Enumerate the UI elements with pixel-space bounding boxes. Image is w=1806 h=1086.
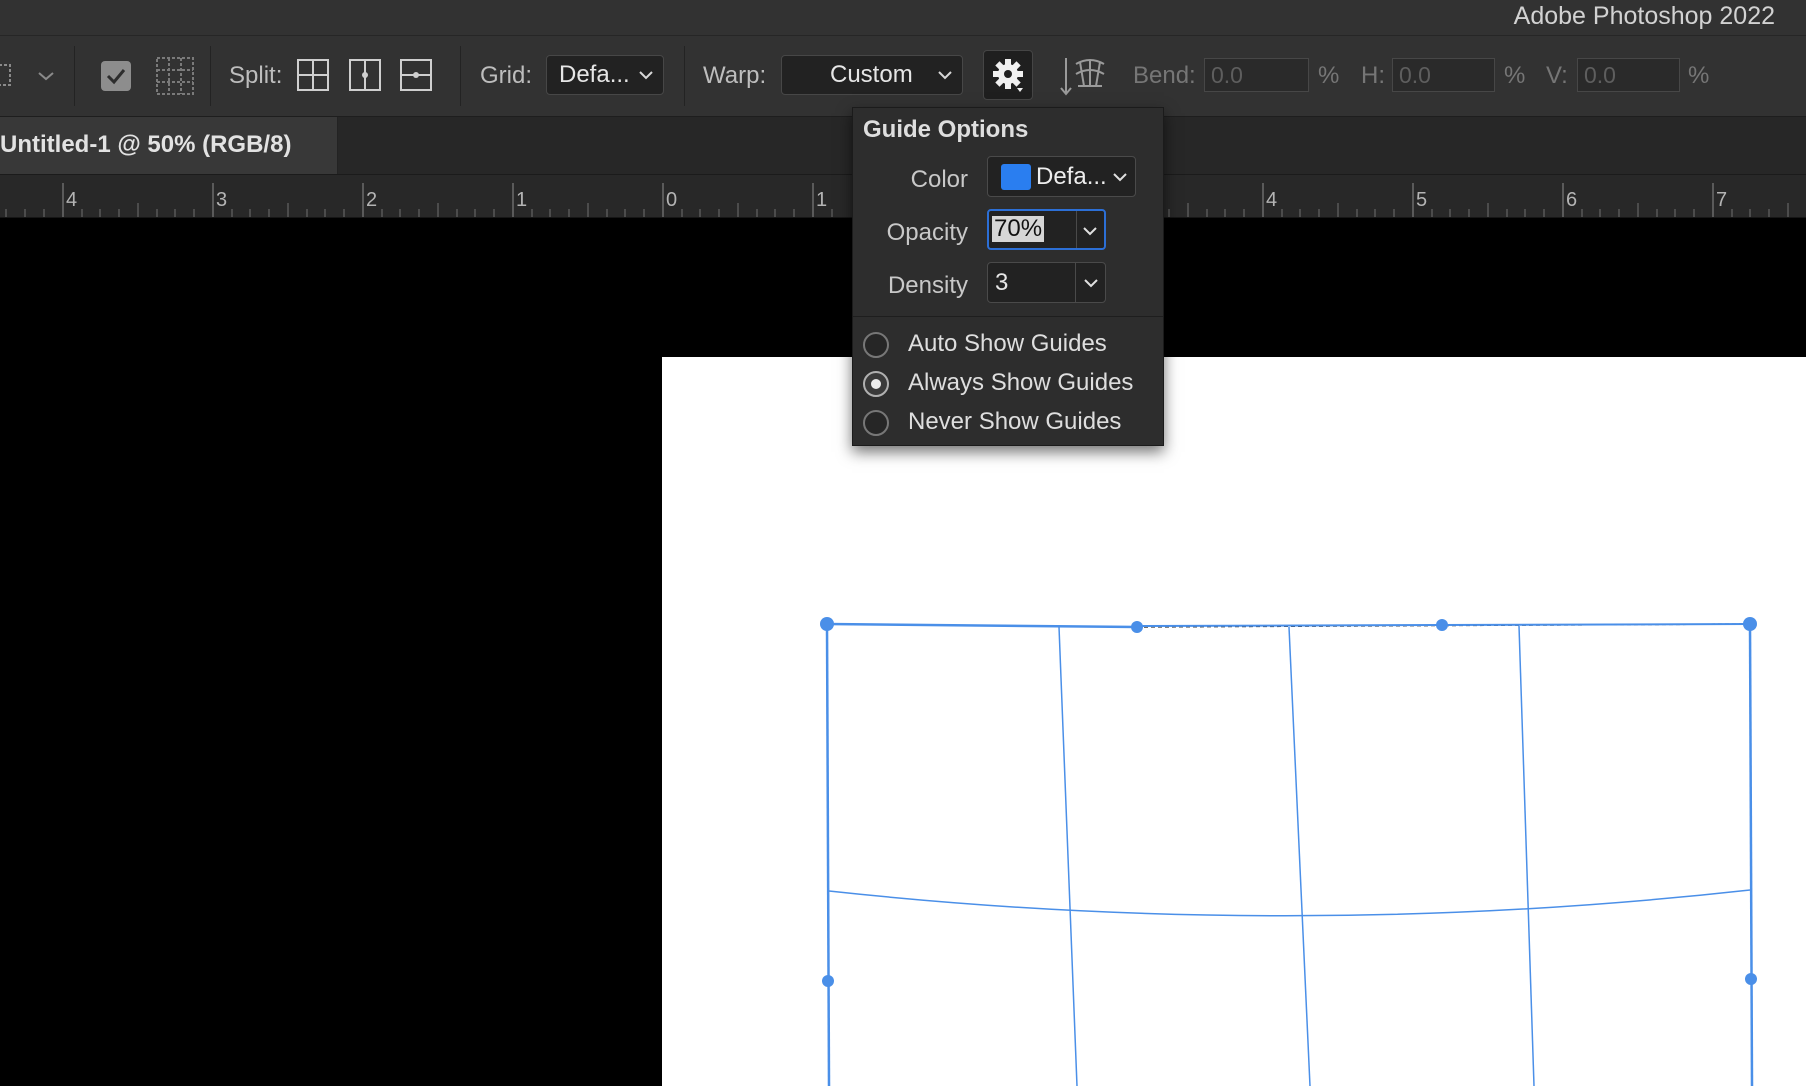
warp-handle bbox=[1743, 617, 1757, 631]
warp-grid-line bbox=[1518, 625, 1535, 1086]
warp-handle bbox=[822, 975, 834, 987]
always-show-guides-radio[interactable] bbox=[863, 371, 889, 397]
warp-handle bbox=[1131, 621, 1143, 633]
warp-grid-line bbox=[1058, 626, 1078, 1086]
warp-handle bbox=[1745, 973, 1757, 985]
color-swatch bbox=[1001, 164, 1031, 190]
opacity-input[interactable]: 70% bbox=[989, 211, 1077, 248]
auto-show-guides-label[interactable]: Auto Show Guides bbox=[908, 330, 1107, 358]
density-combo[interactable]: 3 bbox=[987, 262, 1106, 303]
opacity-value: 70% bbox=[992, 215, 1045, 242]
never-show-guides-label[interactable]: Never Show Guides bbox=[908, 408, 1121, 436]
density-input[interactable]: 3 bbox=[988, 263, 1076, 302]
popup-divider bbox=[853, 316, 1163, 317]
chevron-down-icon bbox=[1113, 173, 1127, 182]
warp-grid-line bbox=[1288, 626, 1311, 1086]
warp-right-edge bbox=[1748, 623, 1754, 1086]
opacity-combo[interactable]: 70% bbox=[987, 209, 1106, 250]
opacity-label: Opacity bbox=[886, 219, 968, 246]
auto-show-guides-radio[interactable] bbox=[863, 332, 889, 358]
guide-options-popup: Guide Options Color Defa... Opacity 70% … bbox=[852, 107, 1164, 446]
density-label: Density bbox=[887, 272, 968, 299]
color-dropdown[interactable]: Defa... bbox=[987, 156, 1136, 197]
color-dropdown-value: Defa... bbox=[1036, 163, 1107, 190]
warp-top-edge bbox=[826, 622, 1138, 629]
warp-handle bbox=[820, 617, 834, 631]
warp-grid-curve bbox=[828, 889, 1751, 917]
chevron-down-icon[interactable] bbox=[1083, 276, 1099, 290]
warp-handle bbox=[1436, 619, 1448, 631]
color-label: Color bbox=[910, 166, 968, 193]
popup-title: Guide Options bbox=[863, 116, 1029, 143]
chevron-down-icon[interactable] bbox=[1082, 224, 1098, 238]
density-value: 3 bbox=[995, 269, 1009, 296]
warp-left-edge bbox=[825, 623, 831, 1086]
never-show-guides-radio[interactable] bbox=[863, 410, 889, 436]
always-show-guides-label[interactable]: Always Show Guides bbox=[908, 369, 1133, 397]
